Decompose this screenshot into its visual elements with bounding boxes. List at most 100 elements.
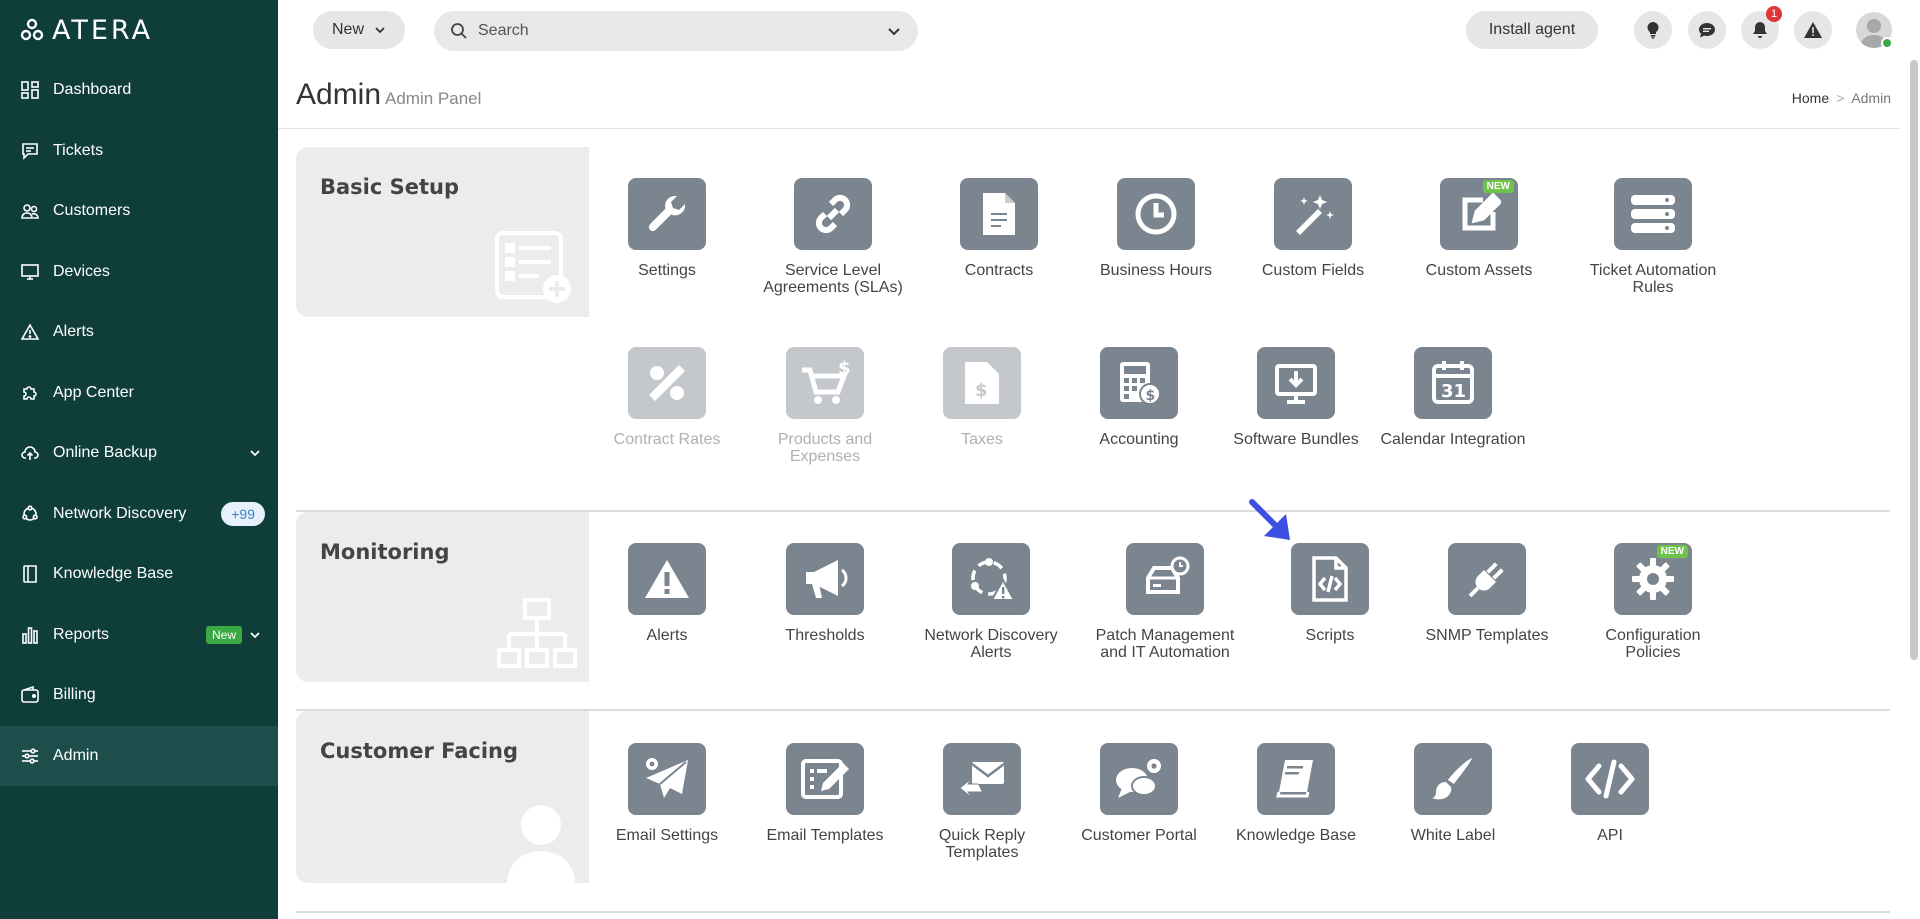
calculator-icon: $ — [1120, 362, 1161, 405]
dashboard-icon — [20, 80, 40, 100]
tile-label: Patch Management and IT Automation — [1095, 627, 1235, 661]
tile-thresholds[interactable]: Thresholds — [750, 543, 900, 644]
tile-contracts[interactable]: Contracts — [924, 178, 1074, 279]
online-status-dot — [1881, 37, 1893, 49]
tile-slas[interactable]: Service Level Agreements (SLAs) — [758, 178, 908, 296]
tile-label: API — [1597, 827, 1623, 844]
tax-document-icon: $ — [965, 362, 999, 404]
devices-icon — [20, 262, 40, 282]
tile-label: Taxes — [961, 431, 1003, 448]
tile-patch-management[interactable]: Patch Management and IT Automation — [1090, 543, 1240, 661]
sidebar-item-alerts[interactable]: Alerts — [0, 302, 278, 363]
lightbulb-button[interactable] — [1634, 11, 1672, 49]
chat-button[interactable] — [1688, 11, 1726, 49]
top-bar: New Install agent 1 — [278, 0, 1920, 60]
tile-customer-portal[interactable]: Customer Portal — [1064, 743, 1214, 844]
sidebar-item-admin[interactable]: Admin — [0, 725, 278, 786]
alert-triangle-icon — [20, 322, 40, 342]
reply-mail-icon — [959, 762, 1005, 799]
tile-custom-assets[interactable]: NEW Custom Assets — [1404, 178, 1554, 279]
chevron-down-icon[interactable] — [248, 628, 262, 642]
sidebar-item-devices[interactable]: Devices — [0, 242, 278, 303]
tile-settings[interactable]: Settings — [592, 178, 742, 279]
book-icon — [1276, 760, 1313, 798]
tile-label: Contracts — [964, 262, 1034, 279]
sidebar-item-network-discovery[interactable]: Network Discovery +99 — [0, 484, 278, 545]
tile-network-discovery-alerts[interactable]: Network Discovery Alerts — [916, 543, 1066, 661]
form-add-icon — [495, 231, 571, 303]
hierarchy-icon — [497, 598, 577, 668]
notifications-button[interactable]: 1 — [1741, 6, 1782, 49]
tile-knowledge-base[interactable]: Knowledge Base — [1221, 743, 1371, 844]
warnings-button[interactable] — [1794, 11, 1832, 49]
tile-products-and-expenses[interactable]: $ Products and Expenses — [750, 347, 900, 465]
sidebar-item-label: Admin — [53, 746, 99, 764]
pointer-arrow-icon — [1249, 499, 1290, 540]
section-title: Basic Setup — [320, 175, 460, 199]
tile-taxes[interactable]: $ Taxes — [907, 347, 1057, 448]
tile-label: Business Hours — [1099, 262, 1213, 279]
tile-calendar-integration[interactable]: 31 Calendar Integration — [1378, 347, 1528, 448]
tile-custom-fields[interactable]: Custom Fields — [1238, 178, 1388, 279]
tile-scripts[interactable]: Scripts — [1255, 543, 1405, 644]
sidebar-item-reports[interactable]: Reports New — [0, 605, 278, 666]
tile-white-label[interactable]: White Label — [1378, 743, 1528, 844]
tile-label: Alerts — [646, 627, 688, 644]
tile-label: Accounting — [1099, 431, 1179, 448]
chevron-down-icon — [375, 27, 385, 34]
search-icon — [451, 23, 467, 39]
tile-contract-rates[interactable]: Contract Rates — [592, 347, 742, 448]
search-bar[interactable] — [434, 11, 918, 51]
hard-drive-clock-icon — [1146, 556, 1190, 594]
tile-api[interactable]: API — [1535, 743, 1685, 844]
tile-email-templates[interactable]: Email Templates — [750, 743, 900, 844]
tile-ticket-automation-rules[interactable]: Ticket Automation Rules — [1578, 178, 1728, 296]
network-discovery-count-badge: +99 — [221, 501, 265, 526]
page-subtitle: Admin Panel — [385, 89, 482, 108]
code-brackets-icon — [1585, 759, 1635, 799]
scrollbar-thumb[interactable] — [1910, 60, 1918, 660]
sidebar-item-knowledge-base[interactable]: Knowledge Base — [0, 544, 278, 605]
breadcrumb-home[interactable]: Home — [1792, 90, 1829, 106]
basic-setup-panel: Basic Setup — [296, 147, 589, 317]
chevron-down-icon[interactable] — [248, 446, 262, 460]
person-icon — [507, 805, 575, 883]
new-tag: NEW — [1482, 180, 1514, 193]
network-icon — [20, 504, 40, 524]
bar-chart-icon — [20, 625, 40, 645]
sidebar: ATERA Dashboard Tickets Customers Device… — [0, 0, 278, 919]
tile-label: Email Settings — [615, 827, 719, 844]
sidebar-item-online-backup[interactable]: Online Backup — [0, 423, 278, 484]
sidebar-item-app-center[interactable]: App Center — [0, 363, 278, 424]
chevron-down-icon[interactable] — [886, 23, 902, 39]
svg-text:$: $ — [838, 360, 850, 379]
sidebar-item-customers[interactable]: Customers — [0, 181, 278, 242]
new-button-label: New — [331, 21, 364, 38]
new-button[interactable]: New — [313, 11, 405, 49]
plug-icon — [1468, 562, 1504, 598]
tile-email-settings[interactable]: Email Settings — [592, 743, 742, 844]
section-divider — [296, 911, 1890, 913]
sidebar-item-billing[interactable]: Billing — [0, 665, 278, 726]
atera-logo[interactable]: ATERA — [20, 15, 153, 46]
bell-icon — [1753, 22, 1767, 38]
section-title: Monitoring — [320, 540, 450, 564]
tile-software-bundles[interactable]: Software Bundles — [1221, 347, 1371, 448]
magic-wand-icon — [1296, 195, 1334, 235]
shopping-cart-icon: $ — [802, 360, 850, 404]
sidebar-item-label: Customers — [53, 202, 131, 220]
book-icon — [20, 564, 40, 584]
sidebar-item-dashboard[interactable]: Dashboard — [0, 60, 278, 121]
tile-alerts[interactable]: Alerts — [592, 543, 742, 644]
atera-logo-icon — [20, 18, 44, 41]
svg-text:$: $ — [975, 380, 988, 401]
tile-configuration-policies[interactable]: NEW Configuration Policies — [1578, 543, 1728, 661]
install-agent-button[interactable]: Install agent — [1466, 11, 1598, 49]
tile-accounting[interactable]: $ Accounting — [1064, 347, 1214, 448]
search-input[interactable] — [478, 22, 868, 40]
sidebar-item-tickets[interactable]: Tickets — [0, 121, 278, 182]
tile-quick-reply-templates[interactable]: Quick Reply Templates — [907, 743, 1057, 861]
tile-snmp-templates[interactable]: SNMP Templates — [1412, 543, 1562, 644]
tile-label: Knowledge Base — [1235, 827, 1357, 844]
tile-business-hours[interactable]: Business Hours — [1081, 178, 1231, 279]
